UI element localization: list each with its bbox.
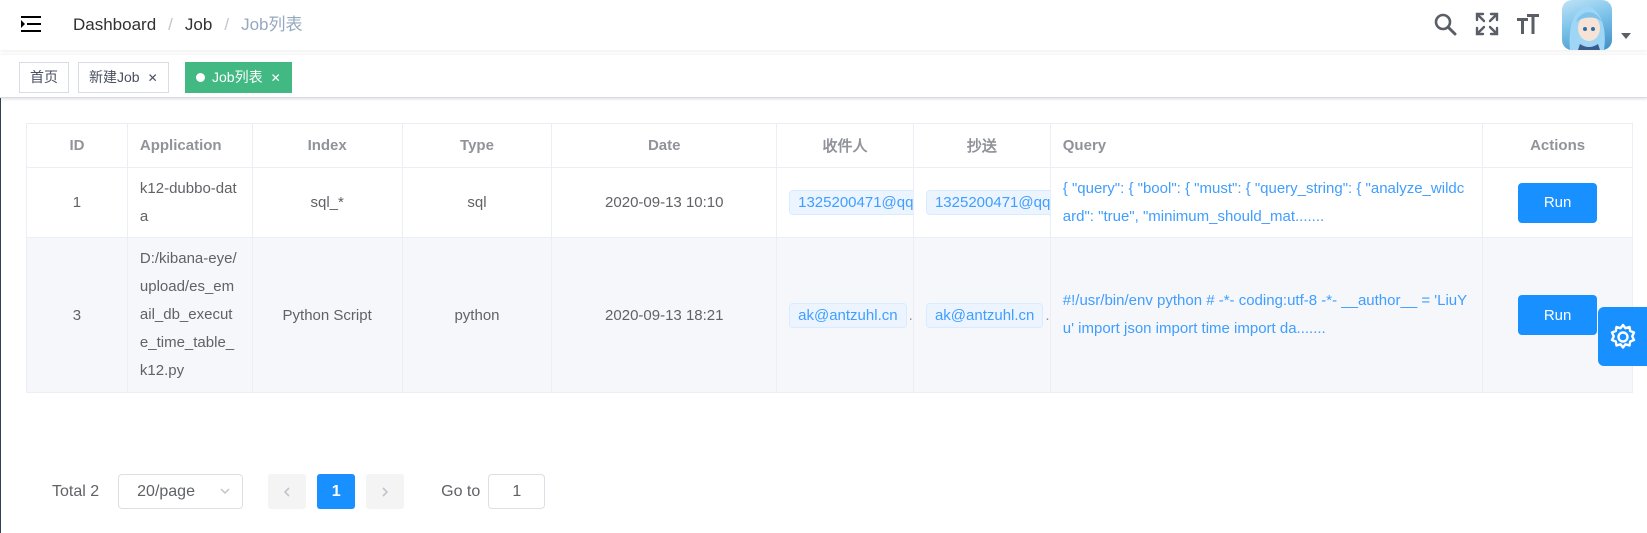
cell-index: sql_* bbox=[253, 168, 403, 237]
column-header-cc: 抄送 bbox=[914, 124, 1051, 167]
tag-home-label: 首页 bbox=[30, 69, 58, 85]
sidebar-edge bbox=[0, 98, 1, 533]
cell-date: 2020-09-13 18:21 bbox=[552, 238, 778, 392]
font-size-icon[interactable] bbox=[1516, 12, 1540, 36]
cell-id: 1 bbox=[27, 168, 128, 237]
avatar[interactable] bbox=[1562, 0, 1612, 50]
cell-actions: Run bbox=[1483, 168, 1632, 237]
avatar-dropdown-caret[interactable] bbox=[1621, 33, 1631, 39]
table-row: 3 D:/kibana-eye/upload/es_email_db_execu… bbox=[27, 238, 1632, 393]
goto-page: Go to bbox=[441, 474, 546, 509]
column-header-application: Application bbox=[128, 124, 253, 167]
column-header-query: Query bbox=[1051, 124, 1484, 167]
pagination-total: Total 2 bbox=[52, 482, 100, 500]
prev-page-button[interactable] bbox=[268, 474, 307, 509]
table-row: 1 k12-dubbo-data sql_* sql 2020-09-13 10… bbox=[27, 168, 1632, 238]
avatar-image bbox=[1569, 6, 1605, 50]
pagination: Total 2 20/page 1 Go to bbox=[52, 474, 546, 509]
cell-receiver: ak@antzuhl.cn.. bbox=[777, 238, 914, 392]
tags-view: 首页 新建Job ✕ Job列表 ✕ bbox=[0, 55, 1647, 98]
breadcrumb-separator: / bbox=[224, 15, 230, 34]
next-page-button[interactable] bbox=[366, 474, 405, 509]
tag-new-job[interactable]: 新建Job ✕ bbox=[78, 62, 169, 93]
breadcrumb-job-list: Job列表 bbox=[241, 15, 303, 34]
column-header-index: Index bbox=[253, 124, 403, 167]
cc-tag: ak@antzuhl.cn bbox=[925, 302, 1044, 328]
cell-application: D:/kibana-eye/upload/es_email_db_execute… bbox=[128, 238, 253, 392]
cell-query: #!/usr/bin/env python # -*- coding:utf-8… bbox=[1051, 238, 1484, 392]
cell-receiver: 1325200471@qq bbox=[777, 168, 914, 237]
hamburger-icon[interactable] bbox=[21, 15, 41, 33]
column-header-actions: Actions bbox=[1530, 137, 1586, 154]
job-table: ID Application Index Type Date 收件人 抄送 Qu… bbox=[26, 123, 1633, 393]
breadcrumb: Dashboard / Job / Job列表 bbox=[73, 15, 302, 35]
column-header-receiver: 收件人 bbox=[777, 124, 914, 167]
gear-icon bbox=[1610, 323, 1635, 349]
cell-type: python bbox=[403, 238, 553, 392]
active-dot-icon bbox=[196, 73, 205, 82]
search-icon[interactable] bbox=[1433, 12, 1457, 36]
column-header-id: ID bbox=[27, 124, 128, 167]
page-number-current[interactable]: 1 bbox=[317, 474, 356, 509]
goto-page-input[interactable] bbox=[488, 474, 546, 509]
goto-label: Go to bbox=[441, 482, 481, 500]
query-text: #!/usr/bin/env python # -*- coding:utf-8… bbox=[1062, 292, 1468, 337]
run-button[interactable]: Run bbox=[1518, 295, 1598, 335]
breadcrumb-job[interactable]: Job bbox=[185, 15, 212, 35]
run-button[interactable]: Run bbox=[1518, 182, 1598, 223]
cell-type: sql bbox=[403, 168, 553, 237]
close-icon[interactable]: ✕ bbox=[148, 71, 158, 85]
chevron-down-icon bbox=[220, 488, 230, 495]
receiver-tag: 1325200471@qq bbox=[789, 190, 913, 215]
close-icon[interactable]: ✕ bbox=[271, 71, 281, 85]
column-header-date: Date bbox=[552, 124, 778, 167]
cell-cc: ak@antzuhl.cn.. bbox=[914, 238, 1051, 392]
tag-job-list[interactable]: Job列表 ✕ bbox=[185, 62, 292, 93]
breadcrumb-separator: / bbox=[168, 15, 173, 34]
breadcrumb-dashboard[interactable]: Dashboard bbox=[73, 15, 156, 35]
cell-date: 2020-09-13 10:10 bbox=[552, 168, 778, 237]
cell-query: { "query": { "bool": { "must": { "query_… bbox=[1051, 168, 1484, 237]
query-text: { "query": { "bool": { "must": { "query_… bbox=[1062, 179, 1465, 225]
column-header-type: Type bbox=[403, 124, 553, 167]
table-header-row: ID Application Index Type Date 收件人 抄送 Qu… bbox=[27, 124, 1632, 168]
tag-job-list-label: Job列表 bbox=[212, 69, 263, 85]
cell-index: Python Script bbox=[253, 238, 403, 392]
fullscreen-icon[interactable] bbox=[1475, 12, 1499, 36]
receiver-tag: ak@antzuhl.cn bbox=[789, 302, 907, 328]
cc-tag: 1325200471@qq bbox=[925, 190, 1050, 215]
cell-cc: 1325200471@qq bbox=[914, 168, 1051, 237]
tag-home[interactable]: 首页 bbox=[19, 62, 69, 93]
navbar: Dashboard / Job / Job列表 bbox=[0, 0, 1647, 50]
cell-id: 3 bbox=[27, 238, 128, 392]
page-size-select[interactable]: 20/page bbox=[118, 474, 244, 509]
page-size-value: 20/page bbox=[137, 482, 195, 500]
chevron-left-icon bbox=[284, 486, 290, 497]
cell-application: k12-dubbo-data bbox=[128, 168, 253, 237]
chevron-right-icon bbox=[382, 486, 389, 497]
tag-new-job-label: 新建Job bbox=[89, 69, 140, 85]
settings-button[interactable] bbox=[1598, 307, 1647, 366]
